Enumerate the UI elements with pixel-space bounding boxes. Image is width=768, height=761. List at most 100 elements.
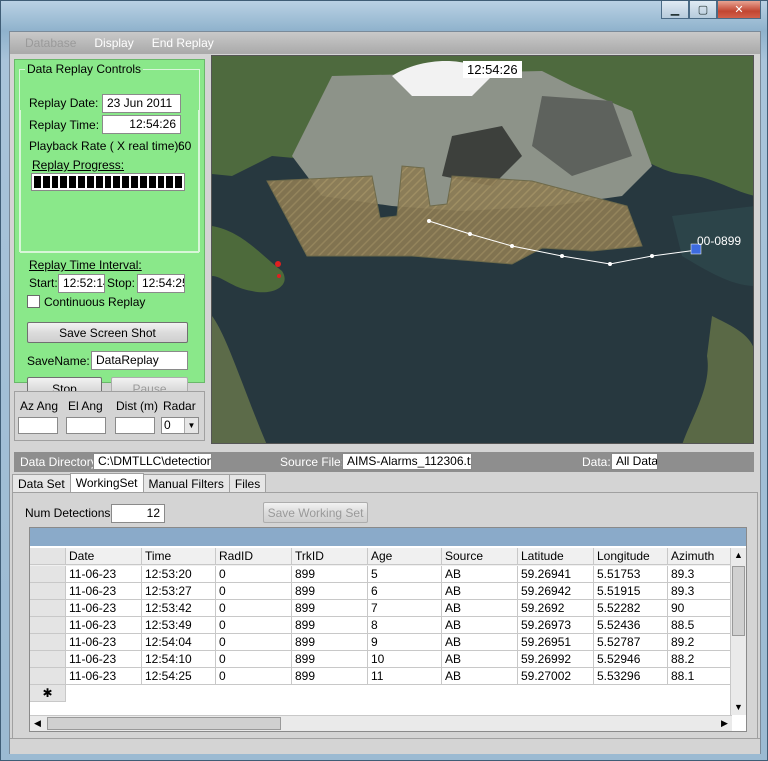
table-cell[interactable]: 5.52946 [594,651,668,668]
table-cell[interactable]: AB [442,600,518,617]
stop-time-field[interactable]: 12:54:25 [137,274,185,293]
vertical-scroll-thumb[interactable] [732,566,745,636]
tab-data-set[interactable]: Data Set [12,474,71,493]
row-header[interactable] [30,600,66,617]
table-cell[interactable]: 89.2 [668,634,734,651]
scroll-down-icon[interactable]: ▼ [731,700,746,715]
column-header-radid[interactable]: RadID [216,548,292,565]
detections-table[interactable]: Date Time RadID TrkID Age Source Latitude Longi… [29,527,747,732]
dist-field[interactable] [115,417,155,434]
table-cell[interactable]: 12:54:04 [142,634,216,651]
row-header[interactable] [30,668,66,685]
table-cell[interactable]: 59.26951 [518,634,594,651]
table-cell[interactable]: 6 [368,583,442,600]
table-cell[interactable]: 899 [292,634,368,651]
table-cell[interactable]: 12:53:49 [142,617,216,634]
table-cell[interactable]: 5.52787 [594,634,668,651]
maximize-button[interactable]: ▢ [689,1,717,19]
column-header-source[interactable]: Source [442,548,518,565]
map-view[interactable]: 12:54:26 00-0899 [211,55,754,444]
column-header-azimuth[interactable]: Azimuth [668,548,734,565]
table-cell[interactable]: 5.52436 [594,617,668,634]
column-header-longitude[interactable]: Longitude [594,548,668,565]
column-header-date[interactable]: Date [66,548,142,565]
minimize-button[interactable]: ▁ [661,1,689,19]
savename-field[interactable]: DataReplay [91,351,188,370]
table-cell[interactable]: 5.53296 [594,668,668,685]
table-cell[interactable]: 11-06-23 [66,566,142,583]
table-cell[interactable]: 10 [368,651,442,668]
menu-end-replay[interactable]: End Replay [143,36,223,50]
table-cell[interactable]: 899 [292,566,368,583]
table-cell[interactable]: 9 [368,634,442,651]
table-cell[interactable]: 11-06-23 [66,651,142,668]
table-cell[interactable]: 11 [368,668,442,685]
table-row[interactable]: 11-06-23 12:54:04 0 899 9 AB 59.26951 5.52787 89… [30,634,734,651]
table-cell[interactable]: AB [442,583,518,600]
table-cell[interactable]: 8 [368,617,442,634]
table-cell[interactable]: 899 [292,583,368,600]
table-cell[interactable]: 11-06-23 [66,668,142,685]
table-cell[interactable]: 899 [292,668,368,685]
table-row[interactable]: 11-06-23 12:53:42 0 899 7 AB 59.2692 5.52282 90 [30,600,734,617]
table-cell[interactable]: 89.3 [668,566,734,583]
table-cell[interactable]: 11-06-23 [66,600,142,617]
horizontal-scrollbar[interactable]: ◀ ▶ [30,715,732,731]
table-cell[interactable]: 12:53:42 [142,600,216,617]
new-row[interactable]: ✱ [30,685,734,702]
table-cell[interactable]: 5 [368,566,442,583]
table-cell[interactable]: 7 [368,600,442,617]
table-cell[interactable]: 59.26992 [518,651,594,668]
data-directory-field[interactable]: C:\DMTLLC\detections [93,453,212,470]
table-cell[interactable]: 899 [292,651,368,668]
table-cell[interactable]: AB [442,617,518,634]
table-cell[interactable]: 59.26941 [518,566,594,583]
horizontal-scroll-thumb[interactable] [47,717,281,730]
table-cell[interactable]: AB [442,634,518,651]
table-cell[interactable]: 59.27002 [518,668,594,685]
table-cell[interactable]: 899 [292,617,368,634]
table-cell[interactable]: 5.52282 [594,600,668,617]
el-ang-field[interactable] [66,417,106,434]
table-cell[interactable]: AB [442,651,518,668]
table-row[interactable]: 11-06-23 12:53:20 0 899 5 AB 59.26941 5.51753 89… [30,566,734,583]
table-cell[interactable]: AB [442,566,518,583]
table-cell[interactable]: 11-06-23 [66,617,142,634]
tab-files[interactable]: Files [228,474,267,493]
tab-workingset[interactable]: WorkingSet [69,473,144,492]
row-header[interactable] [30,583,66,600]
table-row[interactable]: 11-06-23 12:53:27 0 899 6 AB 59.26942 5.51915 89… [30,583,734,600]
table-cell[interactable]: 59.26973 [518,617,594,634]
vertical-scrollbar[interactable]: ▲ ▼ [730,548,746,715]
row-header[interactable] [30,651,66,668]
num-detections-field[interactable]: 12 [111,504,165,523]
table-cell[interactable]: 88.5 [668,617,734,634]
table-cell[interactable]: 59.2692 [518,600,594,617]
table-cell[interactable]: 88.1 [668,668,734,685]
source-file-field[interactable]: AIMS-Alarms_112306.txt [342,453,472,470]
table-cell[interactable]: 12:54:10 [142,651,216,668]
continuous-replay-checkbox[interactable] [27,295,40,308]
table-cell[interactable]: 89.3 [668,583,734,600]
table-cell[interactable]: 0 [216,634,292,651]
column-header-time[interactable]: Time [142,548,216,565]
data-filter-field[interactable]: All Data [611,453,658,470]
row-header[interactable] [30,617,66,634]
table-cell[interactable]: 0 [216,566,292,583]
column-header-age[interactable]: Age [368,548,442,565]
az-ang-field[interactable] [18,417,58,434]
table-cell[interactable]: 11-06-23 [66,583,142,600]
table-cell[interactable]: 5.51753 [594,566,668,583]
scroll-left-icon[interactable]: ◀ [30,716,45,731]
table-row[interactable]: 11-06-23 12:54:10 0 899 10 AB 59.26992 5.52946 8… [30,651,734,668]
table-cell[interactable]: 0 [216,617,292,634]
radar-select[interactable]: 0 ▼ [161,417,199,434]
table-cell[interactable]: 0 [216,583,292,600]
save-screenshot-button[interactable]: Save Screen Shot [27,322,188,343]
row-header[interactable] [30,634,66,651]
table-cell[interactable]: AB [442,668,518,685]
row-header[interactable] [30,566,66,583]
table-cell[interactable]: 0 [216,651,292,668]
table-cell[interactable]: 0 [216,668,292,685]
table-row[interactable]: 11-06-23 12:54:25 0 899 11 AB 59.27002 5.53296 8… [30,668,734,685]
